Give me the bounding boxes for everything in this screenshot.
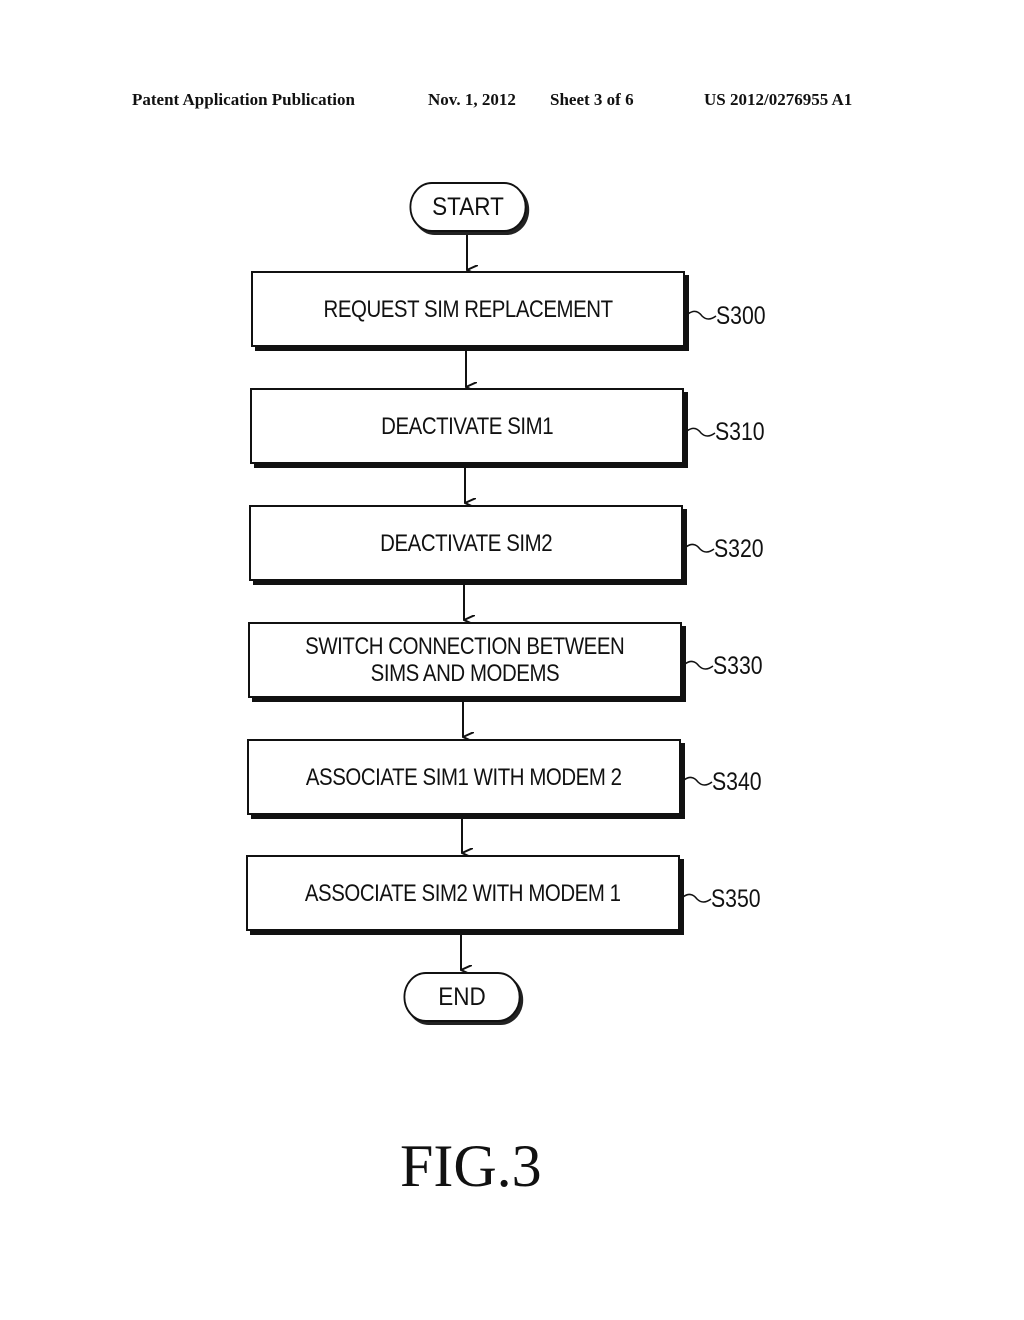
step-text-s330-line2: SIMS AND MODEMS — [370, 660, 560, 687]
step-text-s330-line1: SWITCH CONNECTION BETWEEN — [305, 633, 625, 660]
step-box-s310: DEACTIVATE SIM1 — [250, 388, 684, 464]
step-box-s320: DEACTIVATE SIM2 — [249, 505, 683, 581]
leader-s350 — [682, 893, 712, 903]
step-text-s320: DEACTIVATE SIM2 — [380, 529, 552, 557]
step-text-s350: ASSOCIATE SIM2 WITH MODEM 1 — [305, 879, 621, 907]
leader-s340 — [683, 776, 713, 786]
step-label-s300: S300 — [716, 302, 766, 330]
step-label-s340: S340 — [712, 768, 762, 796]
step-text-s340: ASSOCIATE SIM1 WITH MODEM 2 — [306, 763, 622, 791]
step-label-s330: S330 — [713, 652, 763, 680]
end-terminal: END — [403, 972, 521, 1022]
leader-s300 — [687, 310, 717, 320]
step-box-s340: ASSOCIATE SIM1 WITH MODEM 2 — [247, 739, 681, 815]
figure-label: FIG.3 — [400, 1133, 542, 1199]
leader-s330 — [684, 660, 714, 670]
leader-s310 — [686, 427, 716, 437]
step-box-s330: SWITCH CONNECTION BETWEEN SIMS AND MODEM… — [248, 622, 682, 698]
step-label-s350: S350 — [711, 885, 761, 913]
step-label-s320: S320 — [714, 535, 764, 563]
step-box-s350: ASSOCIATE SIM2 WITH MODEM 1 — [246, 855, 680, 931]
start-terminal: START — [409, 182, 527, 232]
step-label-s310: S310 — [715, 418, 765, 446]
leader-s320 — [685, 543, 715, 553]
step-box-s300: REQUEST SIM REPLACEMENT — [251, 271, 685, 347]
step-text-s300: REQUEST SIM REPLACEMENT — [323, 295, 613, 323]
step-text-s310: DEACTIVATE SIM1 — [381, 412, 553, 440]
